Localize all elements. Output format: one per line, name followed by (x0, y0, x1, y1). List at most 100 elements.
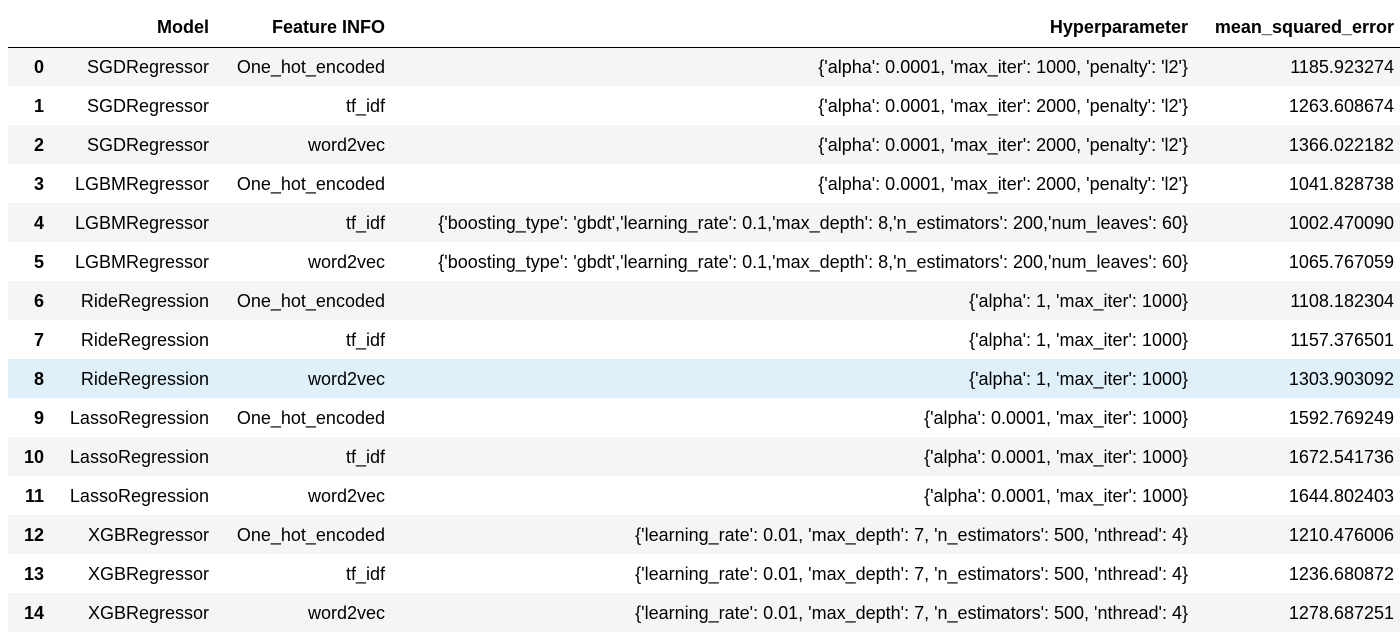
cell-hyperparameter: {'alpha': 1, 'max_iter': 1000} (969, 329, 1188, 350)
cell-mean-squared-error: 1185.923274 (1290, 56, 1394, 77)
cell-feature-info: tf_idf (345, 212, 385, 233)
cell-mean-squared-error: 1672.541736 (1288, 446, 1394, 467)
cell-hyperparameter: {'alpha': 1, 'max_iter': 1000} (969, 290, 1188, 311)
table-row: 0 SGDRegressor One_hot_encoded {'alpha': 0.… (8, 47, 1400, 86)
cell-mean-squared-error: 1263.608674 (1288, 95, 1394, 116)
cell-mean-squared-error: 1303.903092 (1288, 368, 1394, 389)
row-index: 8 (33, 368, 44, 389)
cell-feature-info: tf_idf (345, 95, 385, 116)
cell-mean-squared-error: 1041.828738 (1288, 173, 1394, 194)
cell-feature-info: One_hot_encoded (236, 524, 385, 545)
row-index: 10 (23, 446, 44, 467)
cell-model: SGDRegressor (86, 95, 209, 116)
cell-feature-info: tf_idf (345, 563, 385, 584)
cell-mean-squared-error: 1644.802403 (1288, 485, 1394, 506)
cell-feature-info: One_hot_encoded (236, 407, 385, 428)
cell-mean-squared-error: 1366.022182 (1288, 134, 1394, 155)
table-row: 6 RideRegression One_hot_encoded {'alpha': … (8, 281, 1400, 320)
table-row: 8 RideRegression word2vec {'alpha': 1, 'max… (8, 359, 1400, 398)
cell-mean-squared-error: 1108.182304 (1290, 290, 1394, 311)
cell-hyperparameter: {'boosting_type': 'gbdt','learning_rate'… (438, 212, 1188, 233)
cell-hyperparameter: {'boosting_type': 'gbdt','learning_rate'… (438, 251, 1188, 272)
cell-model: LGBMRegressor (74, 173, 209, 194)
table-row: 13 XGBRegressor tf_idf {'learning_rate': 0.… (8, 554, 1400, 593)
cell-model: XGBRegressor (87, 524, 209, 545)
table-header: Model Feature INFO Hyperparameter mean_s… (8, 8, 1400, 48)
row-index: 0 (33, 56, 44, 77)
row-index: 9 (33, 407, 44, 428)
cell-model: SGDRegressor (86, 134, 209, 155)
cell-feature-info: word2vec (307, 368, 385, 389)
cell-mean-squared-error: 1157.376501 (1290, 329, 1394, 350)
cell-model: RideRegression (80, 329, 209, 350)
table-body: 0 SGDRegressor One_hot_encoded {'alpha': 0.… (8, 47, 1400, 632)
table-row: 14 XGBRegressor word2vec {'learning_rate': … (8, 593, 1400, 632)
cell-mean-squared-error: 1210.476006 (1288, 524, 1394, 545)
cell-feature-info: word2vec (307, 134, 385, 155)
table-row: 1 SGDRegressor tf_idf {'alpha': 0.0001, 'ma… (8, 86, 1400, 125)
cell-mean-squared-error: 1002.470090 (1288, 212, 1394, 233)
table-row: 12 XGBRegressor One_hot_encoded {'learning_… (8, 515, 1400, 554)
header-index (8, 8, 50, 48)
cell-model: RideRegression (80, 290, 209, 311)
cell-mean-squared-error: 1236.680872 (1288, 563, 1394, 584)
header-hyperparameter: Hyperparameter (391, 8, 1194, 48)
cell-hyperparameter: {'learning_rate': 0.01, 'max_depth': 7, … (635, 563, 1188, 584)
cell-model: LassoRegression (69, 407, 209, 428)
cell-hyperparameter: {'learning_rate': 0.01, 'max_depth': 7, … (635, 602, 1188, 623)
row-index: 1 (33, 95, 44, 116)
cell-model: LassoRegression (69, 446, 209, 467)
row-index: 4 (33, 212, 44, 233)
cell-hyperparameter: {'alpha': 0.0001, 'max_iter': 1000} (924, 407, 1188, 428)
table-row: 4 LGBMRegressor tf_idf {'boosting_type': 'g… (8, 203, 1400, 242)
cell-model: SGDRegressor (86, 56, 209, 77)
cell-feature-info: word2vec (307, 485, 385, 506)
cell-feature-info: One_hot_encoded (236, 56, 385, 77)
header-feature-info: Feature INFO (215, 8, 391, 48)
cell-model: LGBMRegressor (74, 251, 209, 272)
cell-hyperparameter: {'alpha': 0.0001, 'max_iter': 2000, 'pen… (818, 134, 1188, 155)
row-index: 13 (23, 563, 44, 584)
dataframe-output: Model Feature INFO Hyperparameter mean_s… (0, 0, 1400, 638)
cell-model: XGBRegressor (87, 563, 209, 584)
cell-model: LassoRegression (69, 485, 209, 506)
results-table: Model Feature INFO Hyperparameter mean_s… (8, 8, 1400, 632)
cell-model: LGBMRegressor (74, 212, 209, 233)
table-row: 2 SGDRegressor word2vec {'alpha': 0.0001, '… (8, 125, 1400, 164)
table-row: 11 LassoRegression word2vec {'alpha': 0.000… (8, 476, 1400, 515)
row-index: 11 (24, 485, 44, 506)
cell-feature-info: One_hot_encoded (236, 173, 385, 194)
cell-mean-squared-error: 1065.767059 (1288, 251, 1394, 272)
header-model: Model (50, 8, 215, 48)
cell-hyperparameter: {'alpha': 0.0001, 'max_iter': 1000, 'pen… (818, 56, 1188, 77)
row-index: 12 (23, 524, 44, 545)
header-row: Model Feature INFO Hyperparameter mean_s… (8, 8, 1400, 48)
cell-hyperparameter: {'alpha': 1, 'max_iter': 1000} (969, 368, 1188, 389)
row-index: 14 (23, 602, 44, 623)
row-index: 6 (33, 290, 44, 311)
row-index: 2 (33, 134, 44, 155)
table-row: 9 LassoRegression One_hot_encoded {'alpha':… (8, 398, 1400, 437)
table-row: 3 LGBMRegressor One_hot_encoded {'alpha': 0… (8, 164, 1400, 203)
cell-feature-info: tf_idf (345, 329, 385, 350)
cell-mean-squared-error: 1592.769249 (1288, 407, 1394, 428)
table-row: 5 LGBMRegressor word2vec {'boosting_type': … (8, 242, 1400, 281)
cell-model: XGBRegressor (87, 602, 209, 623)
header-mean-squared-error: mean_squared_error (1194, 8, 1400, 48)
row-index: 3 (33, 173, 44, 194)
cell-mean-squared-error: 1278.687251 (1288, 602, 1394, 623)
cell-feature-info: One_hot_encoded (236, 290, 385, 311)
cell-feature-info: word2vec (307, 602, 385, 623)
cell-model: RideRegression (80, 368, 209, 389)
cell-hyperparameter: {'alpha': 0.0001, 'max_iter': 1000} (924, 485, 1188, 506)
cell-hyperparameter: {'alpha': 0.0001, 'max_iter': 2000, 'pen… (818, 173, 1188, 194)
row-index: 5 (33, 251, 44, 272)
table-row: 7 RideRegression tf_idf {'alpha': 1, 'max_i… (8, 320, 1400, 359)
cell-hyperparameter: {'learning_rate': 0.01, 'max_depth': 7, … (635, 524, 1188, 545)
cell-hyperparameter: {'alpha': 0.0001, 'max_iter': 2000, 'pen… (818, 95, 1188, 116)
table-row: 10 LassoRegression tf_idf {'alpha': 0.0001,… (8, 437, 1400, 476)
cell-feature-info: tf_idf (345, 446, 385, 467)
cell-hyperparameter: {'alpha': 0.0001, 'max_iter': 1000} (924, 446, 1188, 467)
row-index: 7 (33, 329, 44, 350)
cell-feature-info: word2vec (307, 251, 385, 272)
